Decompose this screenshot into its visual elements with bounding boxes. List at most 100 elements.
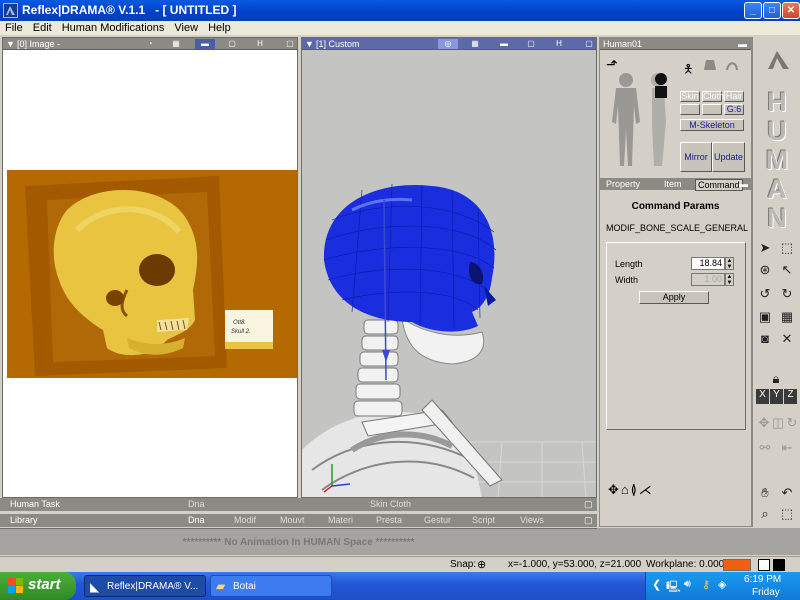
tab-dna-task[interactable]: Dna <box>188 498 205 511</box>
length-field[interactable]: 18.84 <box>691 257 725 270</box>
tray-app-icon[interactable]: ◈ <box>718 578 726 591</box>
library-tab-presta[interactable]: Presta <box>376 514 402 527</box>
pan-hand-icon[interactable]: ✋︎ <box>756 484 774 502</box>
frame-icon[interactable]: ▢ <box>225 39 239 49</box>
walk-icon[interactable]: ⋌ <box>639 482 654 497</box>
slot-button-1[interactable] <box>680 104 700 115</box>
delete-icon[interactable]: ✕ <box>778 330 796 348</box>
apply-button[interactable]: Apply <box>639 291 709 304</box>
cloth-button[interactable]: Cloth <box>702 91 724 102</box>
rotate-axis-icon[interactable]: ↻ <box>783 414 800 432</box>
width-field[interactable]: 1.00 <box>691 273 725 286</box>
viewport-menu-icon[interactable]: ▼ <box>305 38 314 50</box>
library-tab-views[interactable]: Views <box>520 514 544 527</box>
menu-file[interactable]: File <box>0 21 28 35</box>
wide-view-icon[interactable]: ▬ <box>494 39 514 49</box>
3d-viewport[interactable]: ▼ [1] Custom ◎ ▦ ▬ ▢ H ▢ <box>301 37 597 498</box>
collapse-icon[interactable]: ▬ <box>738 38 747 50</box>
width-spinner[interactable]: ▲ ▼ <box>725 273 734 286</box>
redo-icon[interactable]: ↻ <box>778 285 796 303</box>
maximize-viewport-icon[interactable]: ▢ <box>582 39 596 49</box>
calculator-icon[interactable]: ▦ <box>778 308 796 326</box>
grid-icon[interactable]: ▦ <box>169 39 183 49</box>
cloth-icon[interactable] <box>704 58 716 72</box>
library-tab-materi[interactable]: Materi <box>328 514 353 527</box>
update-button[interactable]: Update <box>712 142 745 172</box>
maximize-task-icon[interactable]: ▢ <box>584 498 593 511</box>
maximize-viewport-icon[interactable]: ▢ <box>283 39 297 49</box>
wireframe-icon[interactable]: ⌂ <box>621 482 631 497</box>
wide-view-icon[interactable]: ▬ <box>195 39 215 49</box>
menu-help[interactable]: Help <box>203 21 236 35</box>
taskbar-item-reflex[interactable]: Reflex|DRAMA® V... <box>84 575 206 597</box>
network-icon[interactable]: 🖳︎ <box>666 578 681 597</box>
library-tab-dna[interactable]: Dna <box>188 514 205 527</box>
hair-icon[interactable] <box>726 58 738 72</box>
reflex-logo-icon <box>765 49 791 71</box>
workplane-color-swatch[interactable] <box>723 559 751 571</box>
human-task-title: Human Task <box>10 499 60 509</box>
h-toggle-button[interactable]: H <box>552 39 566 49</box>
black-bg-toggle[interactable] <box>773 559 785 571</box>
h-toggle-button[interactable]: H <box>253 39 267 49</box>
skin-button[interactable]: Skin <box>680 91 700 102</box>
frame-icon[interactable]: ▢ <box>524 39 538 49</box>
start-button[interactable]: start <box>0 572 76 600</box>
move-tool-icon[interactable]: ✥ <box>608 482 621 497</box>
camera-icon[interactable]: ◙ <box>756 330 774 348</box>
tray-arrow-icon[interactable]: ❮ <box>652 578 661 591</box>
windows-flag-icon <box>8 578 24 594</box>
x-axis-button[interactable]: X <box>756 389 769 404</box>
maximize-library-icon[interactable]: ▢ <box>584 514 593 527</box>
library-tab-script[interactable]: Script <box>472 514 495 527</box>
taskbar-item-botai[interactable]: Botai <box>210 575 332 597</box>
maximize-button[interactable]: □ <box>763 2 781 19</box>
y-axis-button[interactable]: Y <box>770 389 783 404</box>
undo-icon[interactable]: ↺ <box>756 285 774 303</box>
menu-view[interactable]: View <box>169 21 203 35</box>
bone-icon[interactable]: ≬ <box>631 482 639 497</box>
volume-icon[interactable]: 🔊︎ <box>684 578 691 591</box>
close-button[interactable]: ✕ <box>782 2 800 19</box>
viewport-menu-icon[interactable]: ▼ <box>6 38 15 50</box>
split-view-toggle[interactable] <box>758 559 770 571</box>
stand-pose-icon[interactable]: 🯅 <box>683 60 694 81</box>
command-params-title: Command Params <box>631 201 720 212</box>
window-icon[interactable]: ▣ <box>756 308 774 326</box>
marquee-select-icon[interactable]: ⬚ <box>778 239 796 257</box>
skeleton-model[interactable] <box>302 50 596 498</box>
pointer-icon[interactable]: ↖ <box>778 261 796 279</box>
snap-toggle-icon[interactable]: ⊕ <box>477 558 486 571</box>
tab-skin-cloth[interactable]: Skin Cloth <box>370 498 411 511</box>
slot-button-2[interactable] <box>702 104 722 115</box>
select-arrow-icon[interactable]: ➤ <box>756 239 774 257</box>
lock-icon[interactable]: 🔒︎ <box>767 370 785 388</box>
menu-edit[interactable]: Edit <box>28 21 57 35</box>
viewport-camera-icon[interactable]: ◔ <box>143 39 157 49</box>
key-icon[interactable]: ⚷ <box>702 578 710 591</box>
length-spinner[interactable]: ▲ ▼ <box>725 257 734 270</box>
grid-icon[interactable]: ▦ <box>468 39 482 49</box>
tab-item[interactable]: Item <box>664 178 682 190</box>
minimize-button[interactable]: _ <box>744 2 762 19</box>
m-skeleton-button[interactable]: M-Skeleton <box>680 119 744 131</box>
library-tab-mouvt[interactable]: Mouvt <box>280 514 305 527</box>
z-axis-button[interactable]: Z <box>784 389 797 404</box>
menu-human-modifications[interactable]: Human Modifications <box>57 21 170 35</box>
orbit-icon[interactable]: ↶ <box>778 484 796 502</box>
library-tab-modif[interactable]: Modif <box>234 514 256 527</box>
link-icon[interactable]: ⚯ <box>756 439 774 457</box>
library-tab-gestur[interactable]: Gestur <box>424 514 451 527</box>
tab-collapse-icon[interactable]: ▬ <box>739 178 748 190</box>
hair-button[interactable]: Hair <box>724 91 744 102</box>
mirror-button[interactable]: Mirror <box>680 142 712 172</box>
zoom-icon[interactable]: ⌕ <box>756 505 774 523</box>
unlink-icon[interactable]: ⇤ <box>778 439 796 457</box>
rotate-view-icon[interactable]: ⊛ <box>756 261 774 279</box>
g6-button[interactable]: G:6 <box>724 104 744 115</box>
tab-command[interactable]: Command <box>695 179 743 191</box>
camera-mode-icon[interactable]: ◎ <box>438 39 458 49</box>
zoom-extents-icon[interactable]: ⬚ <box>778 505 796 523</box>
tab-property[interactable]: Property <box>606 178 640 190</box>
image-viewport[interactable]: ▼ [0] Image - ◔ ▦ ▬ ▢ H ▢ Ott8. Skull 2. <box>2 37 298 498</box>
